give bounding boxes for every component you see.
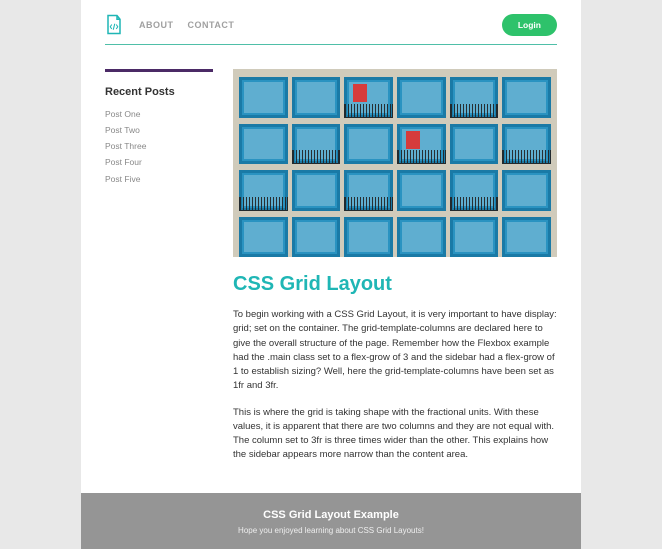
hero-image	[233, 69, 557, 257]
main-grid: Recent Posts Post One Post Two Post Thre…	[105, 69, 557, 475]
list-item[interactable]: Post One	[105, 106, 213, 122]
main-nav: ABOUT CONTACT	[139, 20, 486, 30]
content-area: CSS Grid Layout To begin working with a …	[233, 69, 557, 475]
footer-title: CSS Grid Layout Example	[105, 509, 557, 521]
logo-icon	[105, 14, 123, 36]
page: ABOUT CONTACT Login Recent Posts Post On…	[81, 0, 581, 549]
article: CSS Grid Layout To begin working with a …	[233, 273, 557, 463]
sidebar-title: Recent Posts	[105, 86, 213, 98]
article-paragraph: This is where the grid is taking shape w…	[233, 406, 557, 463]
list-item[interactable]: Post Two	[105, 122, 213, 138]
recent-posts-list: Post One Post Two Post Three Post Four P…	[105, 106, 213, 187]
footer: CSS Grid Layout Example Hope you enjoyed…	[81, 493, 581, 549]
sidebar: Recent Posts Post One Post Two Post Thre…	[105, 69, 213, 475]
login-button[interactable]: Login	[502, 14, 557, 36]
header: ABOUT CONTACT Login	[105, 14, 557, 45]
nav-about[interactable]: ABOUT	[139, 20, 174, 30]
footer-subtitle: Hope you enjoyed learning about CSS Grid…	[105, 526, 557, 535]
nav-contact[interactable]: CONTACT	[188, 20, 235, 30]
list-item[interactable]: Post Three	[105, 138, 213, 154]
list-item[interactable]: Post Four	[105, 154, 213, 170]
list-item[interactable]: Post Five	[105, 171, 213, 187]
article-paragraph: To begin working with a CSS Grid Layout,…	[233, 308, 557, 394]
article-title: CSS Grid Layout	[233, 273, 557, 296]
